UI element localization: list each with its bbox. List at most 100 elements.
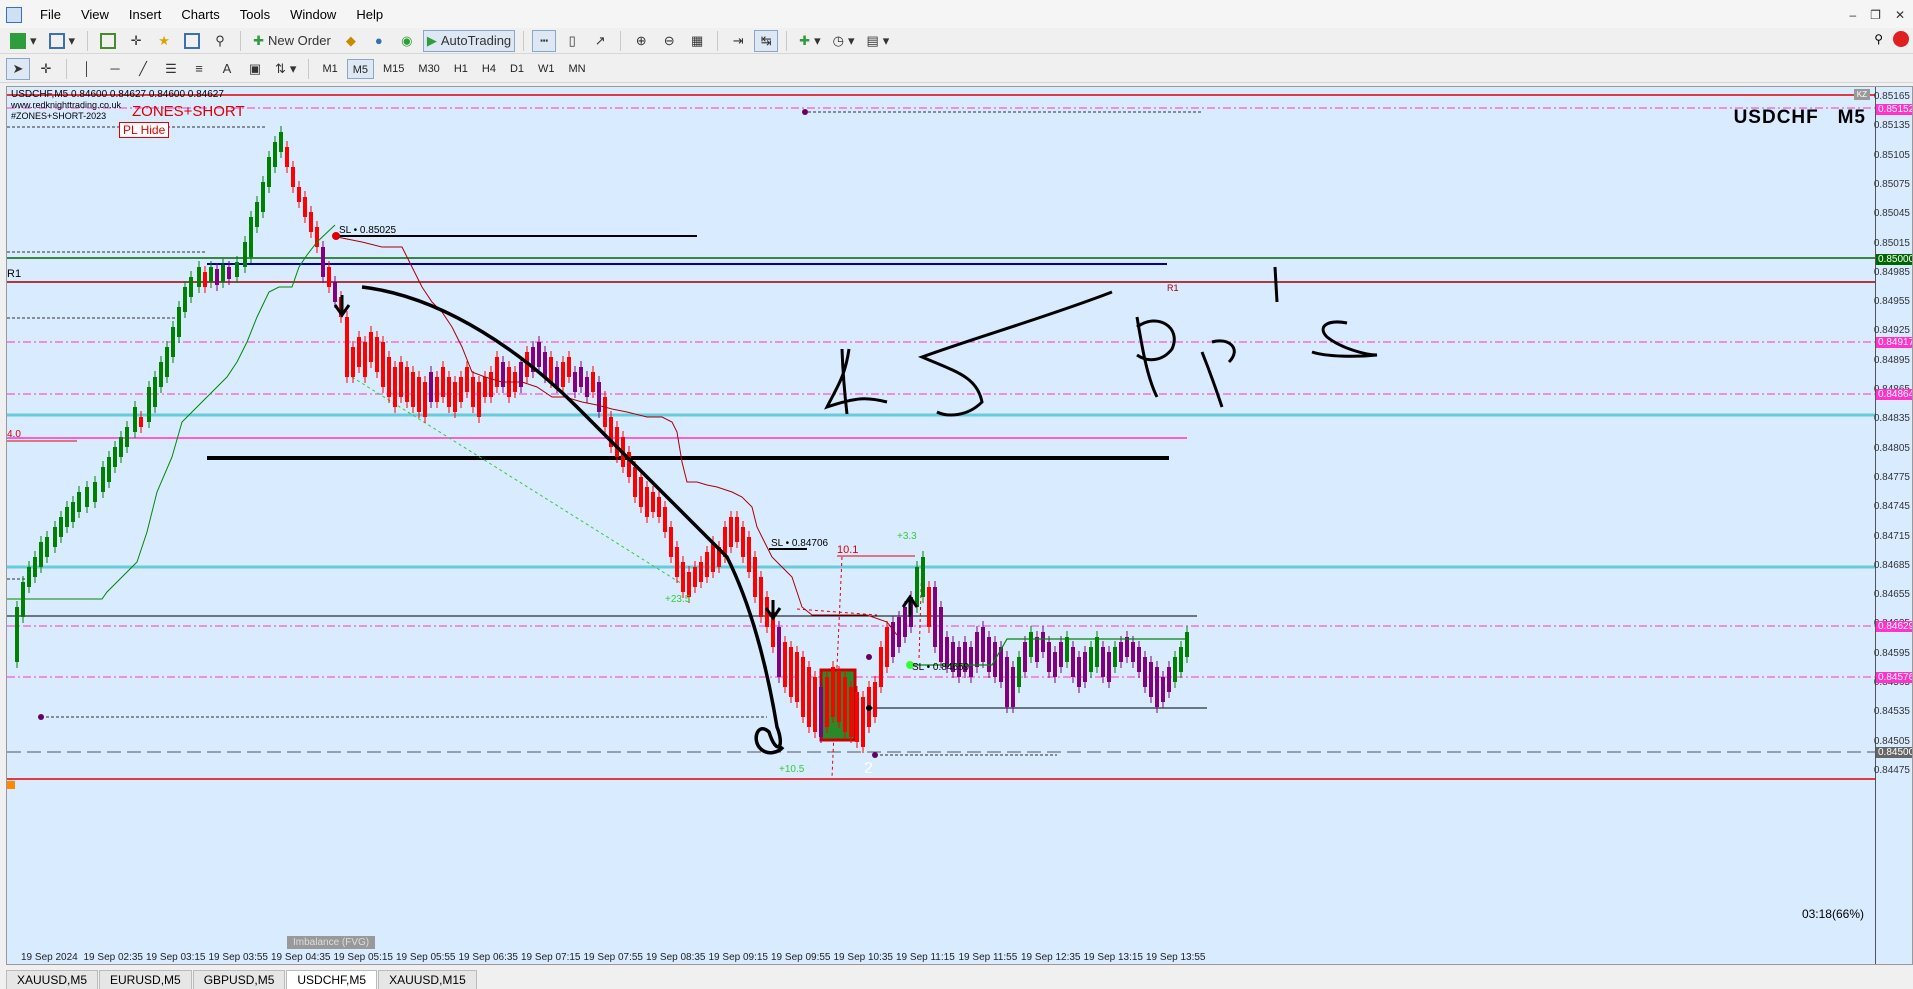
templates-button[interactable]: ▤ ▾ — [862, 30, 893, 52]
trendline-button[interactable]: ╱ — [131, 58, 155, 80]
tf-h1[interactable]: H1 — [449, 59, 473, 79]
time-tick: 19 Sep 11:55 — [958, 952, 1018, 963]
channel-button[interactable]: ☰ — [159, 58, 183, 80]
price-tick: 0.84985 — [1873, 266, 1910, 278]
templates-icon: ▤ — [866, 32, 879, 48]
market-watch-button[interactable] — [96, 30, 120, 52]
price-badge: 0.84500 — [1876, 747, 1913, 758]
autotrading-button[interactable]: ▶ AutoTrading — [422, 29, 516, 52]
line-chart-button[interactable]: ↗ — [588, 30, 612, 52]
time-tick: 19 Sep 03:55 — [208, 952, 269, 963]
indicators-button[interactable]: ✚ ▾ — [795, 30, 824, 52]
tf-mn[interactable]: MN — [564, 59, 591, 79]
notification-icon[interactable] — [1893, 31, 1909, 47]
trade-tool-1[interactable]: ◆ — [339, 30, 363, 52]
arrows-button[interactable]: ⇅ ▾ — [271, 58, 300, 80]
chart-shift-button[interactable]: ⇥ — [726, 30, 750, 52]
price-badge: 0.85152 — [1876, 104, 1913, 115]
tf-w1[interactable]: W1 — [533, 59, 560, 79]
price-tick: 0.84685 — [1873, 559, 1910, 571]
tab-gbpusd-m5[interactable]: GBPUSD,M5 — [192, 970, 286, 989]
tf-m15[interactable]: M15 — [378, 59, 409, 79]
trade-tool-3[interactable]: ◉ — [395, 30, 419, 52]
bar-timer: 03:18(66%) — [1801, 907, 1864, 921]
zoom-in-button[interactable]: ⊕ — [629, 30, 653, 52]
standard-toolbar: ▾ ▾ ✛ ★ ⚲ ✚ New Order ◆ ● ◉ ▶ AutoTrading … — [0, 28, 1913, 54]
autotrading-label: AutoTrading — [440, 33, 512, 48]
vertical-line-icon: │ — [82, 61, 92, 76]
trade-tool-2[interactable]: ● — [367, 30, 391, 52]
vertical-line-button[interactable]: │ — [75, 58, 99, 80]
horizontal-line-button[interactable]: ─ — [103, 58, 127, 80]
zoom-out-button[interactable]: ⊖ — [657, 30, 681, 52]
zone-marker — [866, 705, 872, 711]
zone-marker — [866, 654, 872, 660]
chart-canvas[interactable]: R1 R1 4.0 SL • 0.85025 SL • 0.84706 SL •… — [7, 87, 1877, 965]
tile-windows-button[interactable]: ▦ — [685, 30, 709, 52]
tester-button[interactable]: ⚲ — [208, 30, 232, 52]
terminal-button[interactable] — [180, 30, 204, 52]
new-chart-icon — [10, 32, 26, 49]
candles-group — [15, 126, 1189, 753]
text-button[interactable]: A — [215, 58, 239, 80]
indicator-label: #ZONES+SHORT-2023 — [11, 111, 107, 121]
pl-hide-button[interactable]: PL Hide — [119, 122, 170, 138]
price-axis[interactable]: 0.85165 0.85135 0.85105 0.85075 0.85045 0.850… — [1873, 87, 1913, 964]
menu-charts[interactable]: Charts — [171, 0, 229, 30]
tf-m1[interactable]: M1 — [317, 59, 342, 79]
chart-area[interactable]: R1 R1 4.0 SL • 0.85025 SL • 0.84706 SL •… — [6, 86, 1913, 965]
time-tick: 19 Sep 07:15 — [521, 952, 581, 963]
candles-icon: ▯ — [568, 32, 576, 48]
restore-icon[interactable]: ❐ — [1870, 8, 1881, 22]
menu-file[interactable]: File — [30, 0, 71, 30]
tf-m30[interactable]: M30 — [413, 59, 444, 79]
menu-help[interactable]: Help — [346, 0, 393, 30]
line-chart-icon: ↗ — [594, 32, 606, 48]
signal-icon: ◉ — [401, 32, 413, 48]
time-tick: 19 Sep 2024 — [21, 952, 78, 963]
search-icon[interactable]: ⚲ — [1874, 32, 1883, 46]
cursor-button[interactable]: ➤ — [6, 57, 30, 80]
time-tick: 19 Sep 12:35 — [1021, 952, 1081, 963]
price-tick: 0.84895 — [1873, 354, 1910, 366]
pip-label: +23.5 — [665, 594, 691, 605]
price-tick: 0.84655 — [1873, 589, 1910, 601]
minimize-icon[interactable]: – — [1849, 8, 1856, 22]
navigator-button[interactable]: ★ — [152, 30, 176, 52]
tab-xauusd-m15[interactable]: XAUUSD,M15 — [378, 970, 477, 989]
profiles-button[interactable]: ▾ — [45, 30, 80, 52]
menu-tools[interactable]: Tools — [230, 0, 280, 30]
label-button[interactable]: ▣ — [243, 58, 267, 80]
symbol-name: USDCHF — [1733, 107, 1819, 128]
pip-label: +10.5 — [779, 764, 805, 775]
close-icon[interactable]: ✕ — [1895, 8, 1905, 22]
tf-d1[interactable]: D1 — [505, 59, 529, 79]
crosshair-button[interactable]: ✛ — [34, 58, 58, 80]
autoscroll-button[interactable]: ↹ — [754, 29, 779, 52]
price-tick: 0.84835 — [1873, 413, 1910, 425]
price-badge: 0.84864 — [1876, 389, 1913, 400]
kz-badge[interactable]: KZ — [1853, 89, 1870, 100]
tab-xauusd-m5[interactable]: XAUUSD,M5 — [6, 970, 99, 989]
periods-button[interactable]: ◷ ▾ — [829, 30, 859, 52]
tf-m5[interactable]: M5 — [346, 58, 374, 79]
zoom-in-icon: ⊕ — [635, 32, 647, 48]
new-chart-button[interactable]: ▾ — [6, 30, 41, 52]
menu-insert[interactable]: Insert — [119, 0, 172, 30]
time-tick: 19 Sep 13:55 — [1146, 952, 1206, 963]
menu-window[interactable]: Window — [280, 0, 346, 30]
handwritten-4 — [824, 348, 888, 415]
candle-chart-button[interactable]: ▯ — [560, 30, 584, 52]
data-window-button[interactable]: ✛ — [124, 30, 148, 52]
tab-usdchf-m5[interactable]: USDCHF,M5 — [286, 970, 378, 989]
r1-label-left: R1 — [7, 268, 21, 280]
tf-h4[interactable]: H4 — [477, 59, 501, 79]
bar-chart-button[interactable]: ┅ — [532, 29, 557, 52]
autotrading-icon: ▶ — [426, 32, 437, 48]
fibonacci-button[interactable]: ≡ — [187, 58, 211, 80]
new-order-button[interactable]: ✚ New Order — [249, 30, 335, 52]
price-tick: 0.85015 — [1873, 237, 1910, 249]
tab-eurusd-m5[interactable]: EURUSD,M5 — [99, 970, 192, 989]
menu-view[interactable]: View — [71, 0, 119, 30]
indicators-icon: ✚ — [799, 32, 811, 48]
